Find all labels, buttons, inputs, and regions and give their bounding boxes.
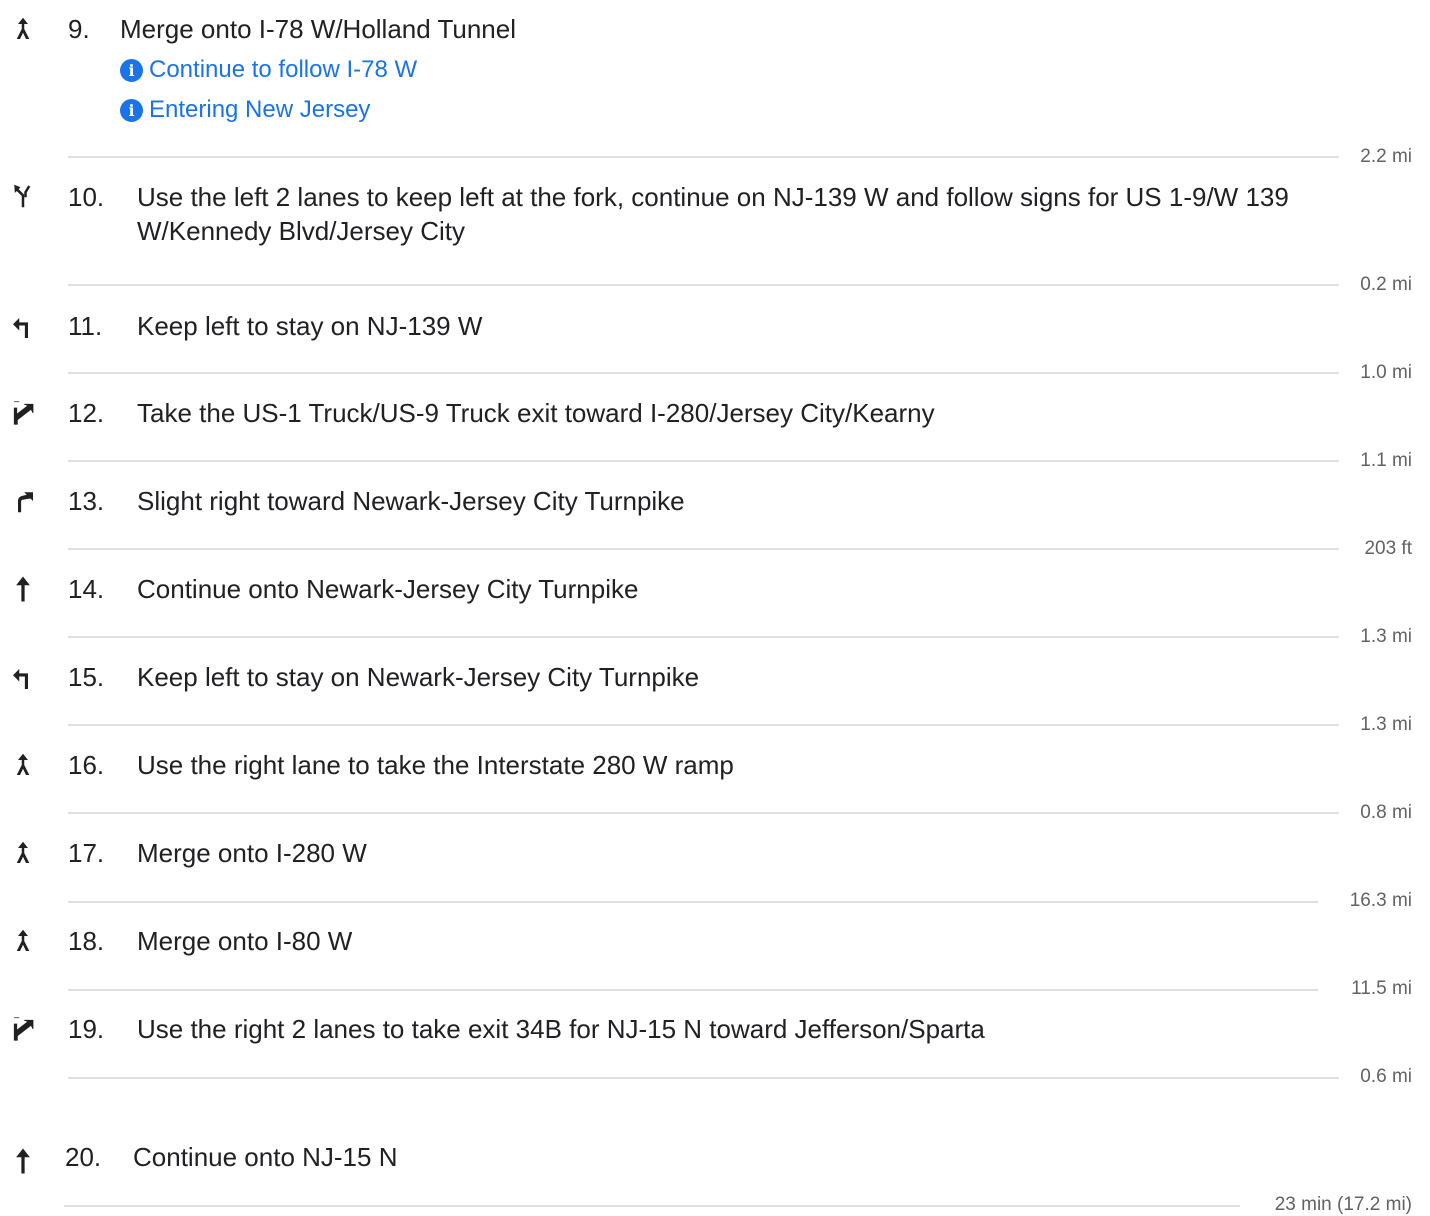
straight-icon	[8, 1146, 38, 1176]
step-instruction: Use the left 2 lanes to keep left at the…	[137, 182, 1289, 246]
step-distance: 1.0 mi	[1360, 362, 1412, 383]
ramp-right-icon	[8, 1014, 38, 1044]
step-instruction: Continue onto Newark-Jersey City Turnpik…	[137, 574, 639, 604]
step-instruction: Merge onto I-78 W/Holland Tunnel	[120, 14, 516, 44]
step-distance: 203 ft	[1364, 538, 1412, 559]
merge-icon	[8, 14, 38, 44]
step-divider	[68, 636, 1339, 638]
keep-left-icon	[8, 664, 38, 694]
step-number: 18.	[68, 926, 105, 956]
step-number: 14.	[68, 574, 105, 604]
step-divider	[68, 548, 1339, 550]
step-divider	[68, 372, 1339, 374]
fork-left-icon	[8, 181, 38, 211]
merge-icon	[8, 750, 38, 780]
step-note-text: Entering New Jersey	[149, 96, 371, 123]
step-instruction: Take the US-1 Truck/US-9 Truck exit towa…	[137, 398, 935, 428]
step-distance: 16.3 mi	[1349, 890, 1412, 911]
step-number: 10.	[68, 182, 105, 212]
step-instruction: Use the right lane to take the Interstat…	[137, 750, 734, 780]
step-distance: 23 min (17.2 mi)	[1274, 1194, 1412, 1215]
step-divider	[68, 156, 1339, 158]
step-number: 9.	[68, 14, 90, 44]
step-instruction: Use the right 2 lanes to take exit 34B f…	[137, 1014, 985, 1044]
step-note-link[interactable]: i Entering New Jersey	[120, 90, 417, 130]
step-number: 19.	[68, 1014, 105, 1044]
step-distance: 1.1 mi	[1360, 450, 1412, 471]
slight-right-icon	[8, 486, 38, 516]
step-divider	[68, 284, 1339, 286]
step-divider	[68, 901, 1318, 903]
step-divider	[68, 724, 1339, 726]
step-instruction: Keep left to stay on Newark-Jersey City …	[137, 662, 700, 692]
step-number: 12.	[68, 398, 105, 428]
step-number: 17.	[68, 838, 105, 868]
step-divider	[68, 460, 1339, 462]
step-instruction: Merge onto I-280 W	[137, 838, 367, 868]
step-note-text: Continue to follow I-78 W	[149, 56, 418, 83]
step-number: 20.	[65, 1142, 102, 1172]
step-divider	[68, 1077, 1339, 1079]
merge-icon	[8, 838, 38, 868]
step-distance: 1.3 mi	[1360, 626, 1412, 647]
ramp-right-icon	[8, 398, 38, 428]
step-number: 11.	[68, 311, 103, 341]
info-icon: i	[120, 58, 143, 82]
step-distance: 0.2 mi	[1360, 274, 1412, 295]
step-note-link[interactable]: i Continue to follow I-78 W	[120, 50, 417, 90]
step-instruction: Continue onto NJ-15 N	[133, 1142, 398, 1172]
step-distance: 0.8 mi	[1360, 802, 1412, 823]
merge-icon	[8, 926, 38, 956]
step-instruction: Merge onto I-80 W	[137, 926, 353, 956]
step-distance: 11.5 mi	[1351, 978, 1412, 999]
step-instruction: Keep left to stay on NJ-139 W	[137, 311, 483, 341]
step-distance: 0.6 mi	[1360, 1066, 1412, 1087]
step-number: 13.	[68, 486, 105, 516]
step-divider	[68, 812, 1339, 814]
info-icon: i	[120, 98, 143, 122]
step-number: 15.	[68, 662, 105, 692]
step-divider	[64, 1205, 1240, 1207]
step-instruction: Slight right toward Newark-Jersey City T…	[137, 486, 685, 516]
step-number: 16.	[68, 750, 105, 780]
step-divider	[68, 989, 1318, 991]
step-distance: 1.3 mi	[1360, 714, 1412, 735]
straight-icon	[8, 574, 38, 604]
step-distance: 2.2 mi	[1360, 146, 1412, 167]
keep-left-icon	[8, 313, 38, 343]
